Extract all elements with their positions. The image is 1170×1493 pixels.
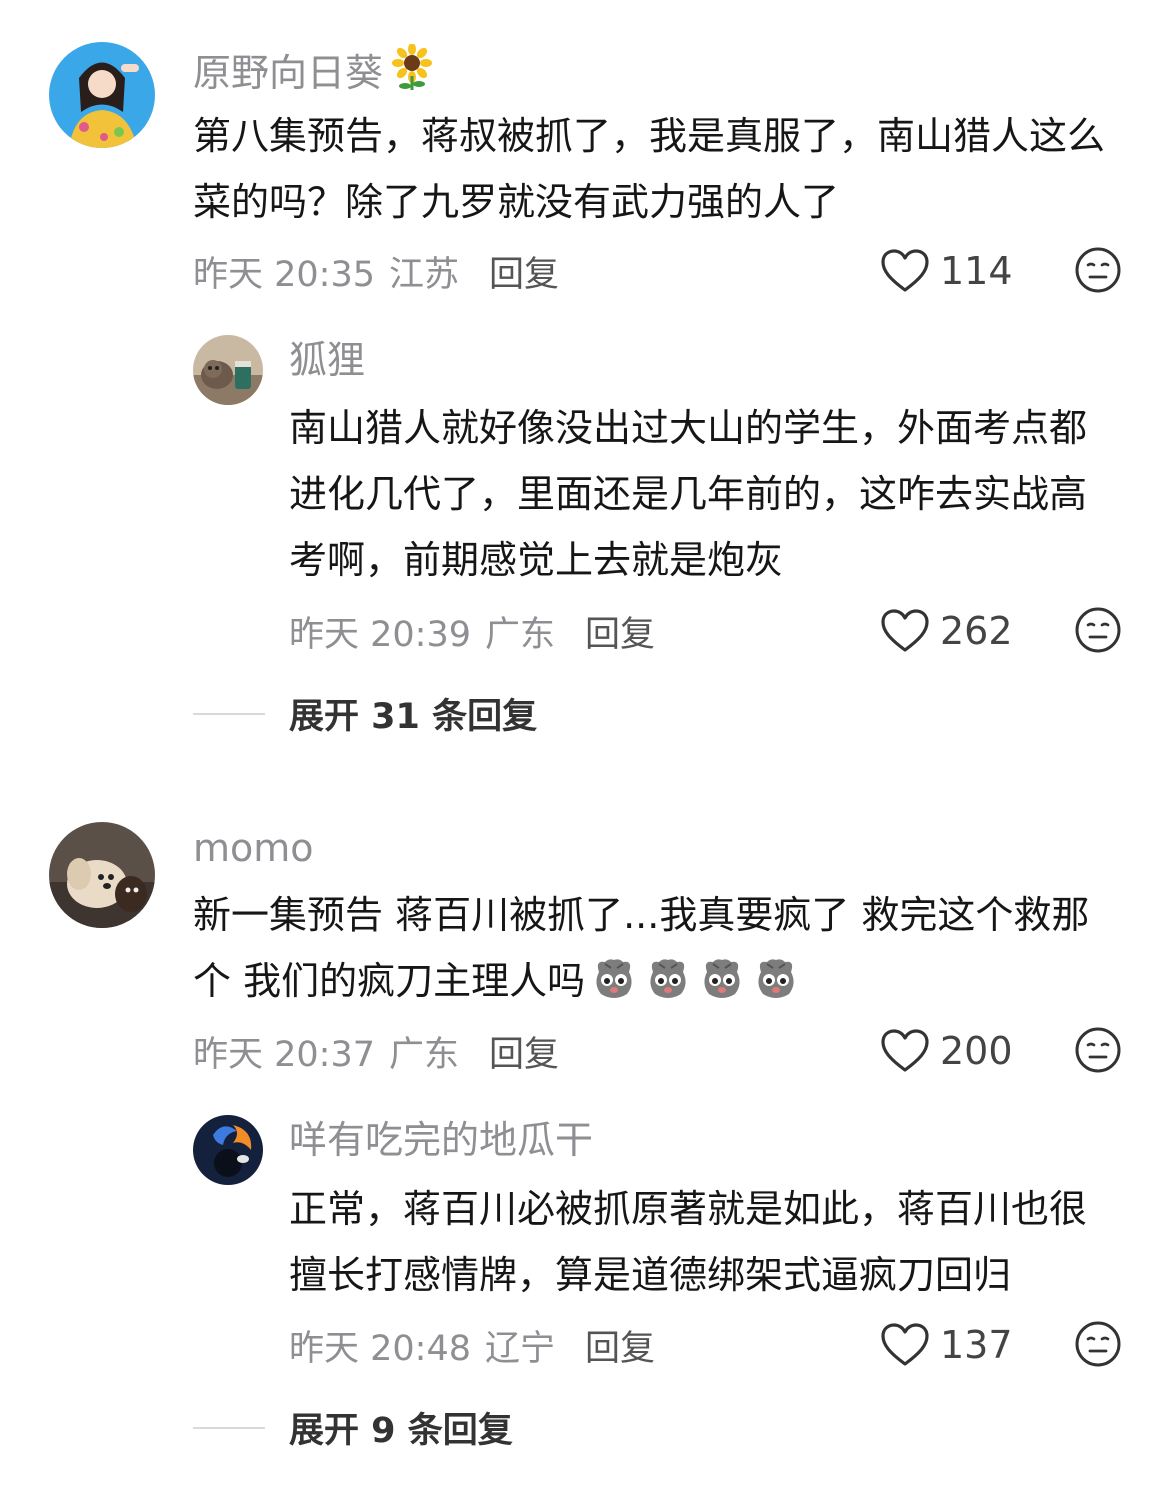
comment-text: 新一集预告 蒋百川被抓了...我真要疯了 救完这个救那个 我们的疯刀主理人吗: [193, 882, 1123, 1014]
neutral-face-icon[interactable]: [1074, 1320, 1122, 1368]
emoji-group: [585, 959, 801, 1003]
comment-meta: 昨天 20:37 广东 回复: [193, 1026, 559, 1077]
neutral-face-icon[interactable]: [1074, 606, 1122, 654]
expand-replies-label[interactable]: 展开 31 条回复: [289, 688, 537, 739]
comment-meta: 昨天 20:35 江苏 回复: [193, 246, 559, 297]
like-button[interactable]: 262: [880, 608, 1013, 654]
heart-outline-icon: [881, 609, 929, 652]
location: 辽宁: [485, 1329, 556, 1369]
heart-outline-icon: [881, 1323, 929, 1366]
comment-text: 正常，蒋百川必被抓原著就是如此，蒋百川也很擅长打感情牌，算是道德绑架式逼疯刀回归: [289, 1187, 1088, 1297]
like-button[interactable]: 114: [880, 248, 1013, 294]
username[interactable]: 原野向日葵: [193, 43, 433, 97]
comment-text: 南山猎人就好像没出过大山的学生，外面考点都进化几代了，里面还是几年前的，这咋去实…: [289, 406, 1088, 582]
like-button[interactable]: 137: [880, 1322, 1013, 1368]
divider: [193, 712, 265, 715]
username[interactable]: momo: [193, 826, 314, 872]
like-count: 137: [940, 1323, 1013, 1367]
like-count: 114: [940, 249, 1013, 293]
username[interactable]: 咩有吃完的地瓜干: [289, 1118, 593, 1164]
avatar[interactable]: [193, 1115, 263, 1185]
comment-meta: 昨天 20:48 辽宁 回复: [289, 1320, 655, 1371]
dog-face-emoji: [596, 959, 632, 998]
heart-outline-icon: [881, 249, 929, 292]
like-button[interactable]: 200: [880, 1028, 1013, 1074]
avatar[interactable]: [49, 42, 155, 148]
location: 广东: [389, 1035, 460, 1075]
reply-button[interactable]: 回复: [489, 1026, 559, 1077]
timestamp: 昨天 20:39: [289, 615, 471, 655]
like-count: 262: [940, 609, 1013, 653]
reply-button[interactable]: 回复: [585, 1320, 655, 1371]
reply-button[interactable]: 回复: [489, 246, 559, 297]
reply-button[interactable]: 回复: [585, 606, 655, 657]
neutral-face-icon[interactable]: [1074, 246, 1122, 294]
divider: [193, 1426, 265, 1429]
sunflower-icon: [391, 43, 433, 92]
like-count: 200: [940, 1029, 1013, 1073]
dog-face-emoji: [650, 959, 686, 998]
neutral-face-icon[interactable]: [1074, 1026, 1122, 1074]
timestamp: 昨天 20:48: [289, 1329, 471, 1369]
timestamp: 昨天 20:35: [193, 255, 375, 295]
expand-replies-label[interactable]: 展开 9 条回复: [289, 1402, 513, 1453]
avatar[interactable]: [49, 822, 155, 928]
comment-text: 第八集预告，蒋叔被抓了，我是真服了，南山猎人这么菜的吗？除了九罗就没有武力强的人…: [193, 114, 1106, 224]
location: 广东: [485, 615, 556, 655]
comment-meta: 昨天 20:39 广东 回复: [289, 606, 655, 657]
avatar[interactable]: [193, 335, 263, 405]
location: 江苏: [389, 255, 460, 295]
heart-outline-icon: [881, 1029, 929, 1072]
expand-replies-button[interactable]: 展开 31 条回复: [193, 688, 537, 739]
username[interactable]: 狐狸: [289, 338, 365, 384]
dog-face-emoji: [704, 959, 740, 998]
expand-replies-button[interactable]: 展开 9 条回复: [193, 1402, 513, 1453]
timestamp: 昨天 20:37: [193, 1035, 375, 1075]
dog-face-emoji: [758, 959, 794, 998]
username-text[interactable]: 原野向日葵: [193, 51, 383, 95]
